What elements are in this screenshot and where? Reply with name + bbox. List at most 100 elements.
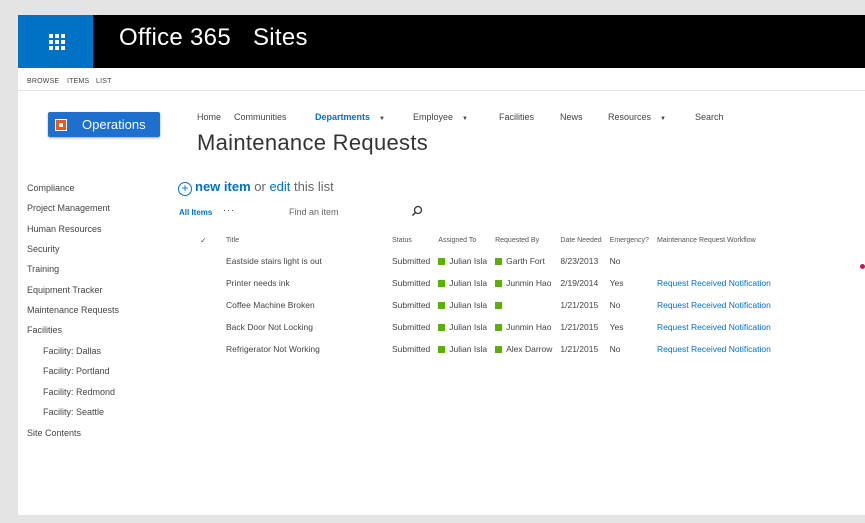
list-view-table: ✓ Title Status Assigned To Requested By …	[194, 231, 775, 360]
quick-launch-item-training[interactable]: Training	[27, 264, 59, 274]
row-select[interactable]	[194, 272, 222, 294]
quick-launch-item-facility-portland[interactable]: Facility: Portland	[43, 366, 110, 376]
quick-launch-item-compliance[interactable]: Compliance	[27, 183, 75, 193]
nav-item-search[interactable]: Search	[695, 112, 724, 122]
cell-title[interactable]: Back Door Not Locking	[222, 316, 388, 338]
cell-requested-by: Garth Fort	[491, 250, 556, 272]
column-header-status[interactable]: Status	[388, 231, 434, 250]
quick-launch-item-facilities[interactable]: Facilities	[27, 325, 62, 335]
assigned-name[interactable]: Julian Isla	[449, 256, 487, 266]
assigned-name[interactable]: Julian Isla	[449, 322, 487, 332]
cell-status: Submitted	[392, 322, 431, 332]
presence-icon	[495, 257, 503, 265]
cell-workflow[interactable]: Request Received Notification	[653, 316, 775, 338]
quick-launch-item-facility-redmond[interactable]: Facility: Redmond	[43, 387, 115, 397]
table-row[interactable]: Back Door Not Locking Submitted Julian I…	[194, 316, 775, 338]
quick-launch-item-facility-dallas[interactable]: Facility: Dallas	[43, 346, 101, 356]
presence-icon	[438, 257, 446, 265]
cell-workflow[interactable]: Request Received Notification	[653, 338, 775, 360]
ribbon-tabs: BROWSE ITEMS LIST	[18, 68, 865, 91]
search-placeholder: Find an item	[289, 207, 339, 217]
table-row[interactable]: Eastside stairs light is out Submitted J…	[194, 250, 775, 272]
new-item-link[interactable]: new item	[195, 179, 251, 194]
cell-emergency: No	[609, 256, 621, 266]
row-select[interactable]	[194, 250, 222, 272]
section-name[interactable]: Sites	[253, 24, 308, 51]
cell-assigned-to: Julian Isla	[434, 272, 491, 294]
assigned-name[interactable]: Julian Isla	[449, 278, 487, 288]
requested-name[interactable]: Alex Darrow	[506, 344, 552, 354]
nav-item-facilities[interactable]: Facilities	[499, 112, 534, 122]
column-header-assigned-to[interactable]: Assigned To	[434, 231, 491, 250]
cell-status: Submitted	[392, 344, 431, 354]
assigned-name[interactable]: Julian Isla	[449, 300, 487, 310]
column-header-emergency[interactable]: Emergency?	[606, 231, 653, 250]
presence-icon	[495, 279, 503, 287]
nav-label: News	[560, 112, 583, 122]
quick-launch-item-equipment-tracker[interactable]: Equipment Tracker	[27, 285, 103, 295]
page-title: Maintenance Requests	[197, 130, 429, 155]
edit-list-link[interactable]: edit	[269, 179, 290, 194]
search-input[interactable]: Find an item	[282, 205, 440, 219]
nav-label: Search	[695, 112, 724, 122]
cell-workflow[interactable]: Request Received Notification	[653, 272, 775, 294]
cell-requested-by: Junmin Hao	[491, 316, 556, 338]
cell-assigned-to: Julian Isla	[434, 316, 491, 338]
nav-item-communities[interactable]: Communities	[234, 112, 287, 122]
nav-item-employee[interactable]: Employee ▼	[413, 112, 468, 122]
row-select[interactable]	[194, 338, 222, 360]
cell-emergency: Yes	[609, 278, 624, 288]
cell-workflow[interactable]	[653, 250, 775, 272]
cell-requested-by: Alex Darrow	[491, 338, 556, 360]
search-icon[interactable]	[411, 205, 423, 217]
column-header-title[interactable]: Title	[222, 231, 388, 250]
column-header-date-needed[interactable]: Date Needed	[556, 231, 605, 250]
nav-item-resources[interactable]: Resources ▼	[608, 112, 666, 122]
site-logo-button[interactable]: Operations	[48, 112, 160, 137]
cell-title[interactable]: Eastside stairs light is out	[222, 250, 388, 272]
row-select[interactable]	[194, 294, 222, 316]
cell-emergency: No	[609, 300, 621, 310]
presence-icon	[495, 323, 503, 331]
assigned-name[interactable]: Julian Isla	[449, 344, 487, 354]
requested-name[interactable]: Junmin Hao	[506, 278, 551, 288]
app-launcher-button[interactable]	[18, 15, 93, 68]
quick-launch-item-facility-seattle[interactable]: Facility: Seattle	[43, 407, 104, 417]
quick-launch-item-maintenance-requests[interactable]: Maintenance Requests	[27, 305, 119, 315]
select-all-checkbox[interactable]: ✓	[194, 231, 222, 250]
app-name[interactable]: Office 365	[119, 24, 231, 51]
quick-launch-item-project-management[interactable]: Project Management	[27, 203, 110, 213]
quick-launch-item-site-contents[interactable]: Site Contents	[27, 428, 81, 438]
presence-icon	[438, 345, 446, 353]
cell-assigned-to: Julian Isla	[434, 250, 491, 272]
nav-item-home[interactable]: Home	[197, 112, 221, 122]
table-row[interactable]: Refrigerator Not Working Submitted Julia…	[194, 338, 775, 360]
column-header-requested-by[interactable]: Requested By	[491, 231, 556, 250]
quick-launch-item-human-resources[interactable]: Human Resources	[27, 224, 102, 234]
nav-label: Home	[197, 112, 222, 122]
view-all-items[interactable]: All Items	[179, 208, 212, 217]
nav-label: Communities	[234, 112, 287, 122]
more-options-button[interactable]: ···	[223, 205, 235, 215]
ribbon-tab-items[interactable]: ITEMS	[67, 78, 89, 85]
table-row[interactable]: Printer needs ink Submitted Julian Isla …	[194, 272, 775, 294]
table-row[interactable]: Coffee Machine Broken Submitted Julian I…	[194, 294, 775, 316]
column-header-workflow[interactable]: Maintenance Request Workflow	[653, 231, 775, 250]
cell-title[interactable]: Coffee Machine Broken	[222, 294, 388, 316]
ribbon-tab-browse[interactable]: BROWSE	[27, 78, 59, 85]
plus-circle-icon[interactable]: +	[178, 182, 192, 196]
cell-title[interactable]: Printer needs ink	[222, 272, 388, 294]
cell-workflow[interactable]: Request Received Notification	[653, 294, 775, 316]
cell-assigned-to: Julian Isla	[434, 294, 491, 316]
requested-name[interactable]: Junmin Hao	[506, 322, 551, 332]
nav-item-departments[interactable]: Departments ▼	[315, 112, 385, 122]
row-select[interactable]	[194, 316, 222, 338]
quick-launch-item-security[interactable]: Security	[27, 244, 60, 254]
chevron-down-icon: ▼	[660, 116, 666, 122]
ribbon-tab-list[interactable]: LIST	[96, 78, 112, 85]
nav-label: Employee	[413, 112, 454, 122]
requested-name[interactable]: Garth Fort	[506, 256, 545, 266]
cell-title[interactable]: Refrigerator Not Working	[222, 338, 388, 360]
nav-item-news[interactable]: News	[560, 112, 583, 122]
cell-date-needed: 8/23/2013	[560, 256, 599, 266]
